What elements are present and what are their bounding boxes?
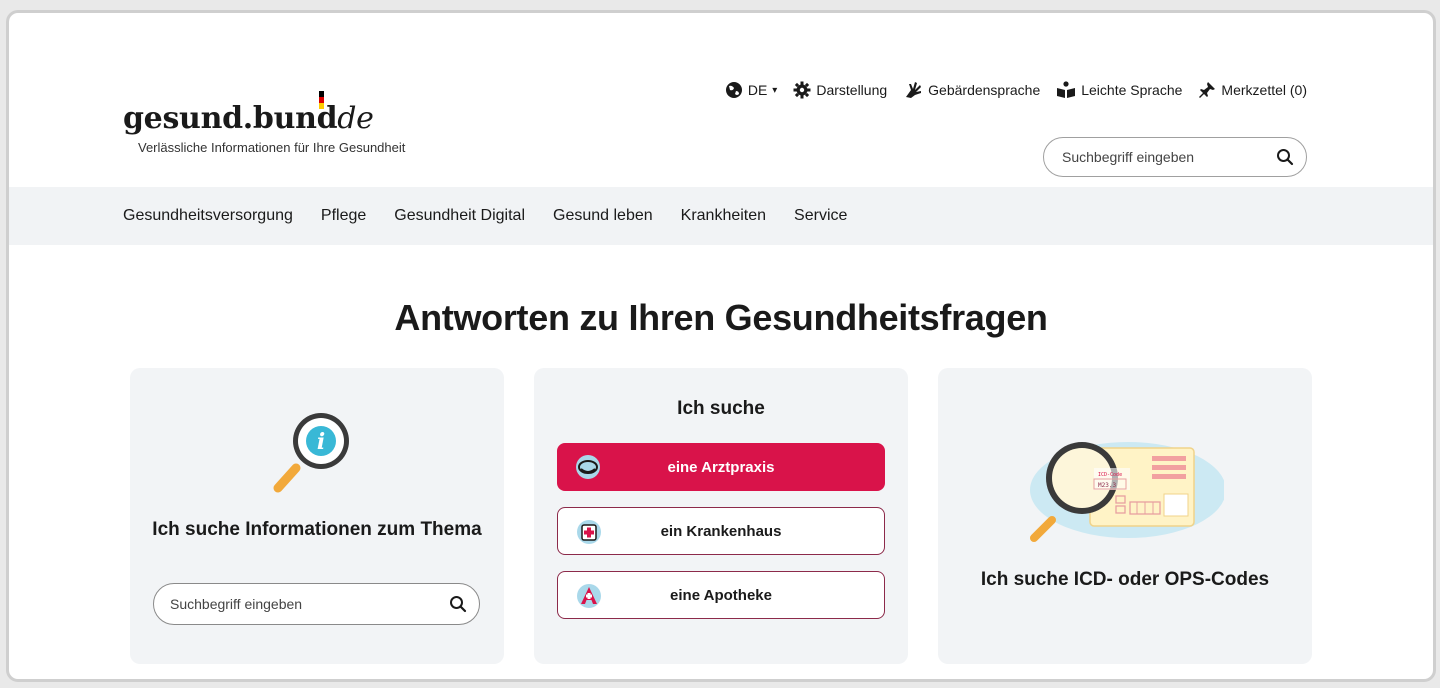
pharmacy-icon — [577, 584, 601, 608]
sign-language-label: Gebärdensprache — [928, 82, 1041, 98]
find-doctor-button[interactable]: eine Arztpraxis — [557, 443, 885, 491]
logo-name: gesund.bund — [123, 101, 338, 136]
gear-icon — [793, 81, 811, 99]
easy-language-link[interactable]: Leichte Sprache — [1056, 81, 1182, 99]
globe-icon — [725, 82, 742, 98]
language-label: DE — [747, 82, 768, 98]
caret-down-icon: ▾ — [772, 84, 778, 96]
flag-mark-icon — [319, 91, 324, 109]
magnifier-info-icon: i — [273, 413, 349, 493]
logo-suffix: de — [337, 101, 374, 136]
logo-tagline: Verlässliche Informationen für Ihre Gesu… — [138, 140, 406, 155]
icd-code-search-icon: ICD-Code M23.3 — [1030, 442, 1224, 542]
browser-frame: gesund.bundde Verlässliche Informationen… — [6, 10, 1436, 682]
site-logo[interactable]: gesund.bundde Verlässliche Informationen… — [123, 91, 406, 155]
logo-wordmark: gesund.bundde — [123, 91, 405, 136]
find-doctor-label: eine Arztpraxis — [667, 458, 775, 476]
card-info-title: Ich suche Informationen zum Thema — [152, 519, 482, 540]
topic-search — [153, 583, 480, 625]
nav-item-gesundheitsversorgung[interactable]: Gesundheitsversorgung — [123, 207, 293, 225]
display-settings-label: Darstellung — [816, 82, 888, 98]
find-pharmacy-label: eine Apotheke — [670, 586, 772, 604]
display-settings-link[interactable]: Darstellung — [793, 81, 887, 99]
site-header: gesund.bundde Verlässliche Informationen… — [9, 13, 1433, 187]
card-find-title: Ich suche — [677, 398, 765, 419]
language-selector[interactable]: DE ▾ — [725, 81, 777, 99]
main-nav: Gesundheitsversorgung Pflege Gesundheit … — [9, 187, 1433, 245]
svg-text:i: i — [317, 429, 325, 455]
utility-nav: DE ▾ Darstellung Gebärdensprache Leichte… — [709, 81, 1307, 99]
find-hospital-label: ein Krankenhaus — [660, 522, 782, 540]
card-icd-codes[interactable]: ICD-Code M23.3 Ich suche ICD- oder OPS-C… — [938, 368, 1312, 664]
card-find-provider: Ich suche eine Arztpraxis ein Krankenhau… — [534, 368, 908, 664]
pin-icon — [1199, 82, 1216, 98]
sign-language-icon — [906, 82, 922, 98]
nav-item-service[interactable]: Service — [794, 207, 847, 225]
hospital-icon — [577, 520, 601, 544]
find-pharmacy-button[interactable]: eine Apotheke — [557, 571, 885, 619]
nav-item-gesundheit-digital[interactable]: Gesundheit Digital — [394, 207, 525, 225]
page-title: Antworten zu Ihren Gesundheitsfragen — [394, 297, 1048, 338]
card-icd-title[interactable]: Ich suche ICD- oder OPS-Codes — [938, 569, 1312, 591]
search-icon[interactable] — [1276, 148, 1294, 166]
reader-icon — [1057, 81, 1076, 98]
entry-cards: i Ich suche Informationen zum Thema Ich … — [130, 368, 1312, 664]
card-info-search: i Ich suche Informationen zum Thema — [130, 368, 504, 664]
bookmark-link[interactable]: Merkzettel (0) — [1198, 81, 1307, 99]
nav-item-krankheiten[interactable]: Krankheiten — [681, 207, 766, 225]
sign-language-link[interactable]: Gebärdensprache — [903, 81, 1040, 99]
search-icon[interactable] — [449, 595, 467, 613]
icd-art-code: M23.3 — [1098, 482, 1116, 489]
header-search-input[interactable] — [1062, 149, 1276, 165]
nav-item-gesund-leben[interactable]: Gesund leben — [553, 207, 653, 225]
icd-art-label: ICD-Code — [1098, 472, 1122, 478]
nav-item-pflege[interactable]: Pflege — [321, 207, 366, 225]
header-search — [1043, 137, 1307, 177]
bookmark-label: Merkzettel (0) — [1221, 82, 1307, 98]
doctor-icon — [576, 455, 600, 479]
find-hospital-button[interactable]: ein Krankenhaus — [557, 507, 885, 555]
topic-search-input[interactable] — [170, 596, 449, 612]
easy-language-label: Leichte Sprache — [1081, 82, 1183, 98]
